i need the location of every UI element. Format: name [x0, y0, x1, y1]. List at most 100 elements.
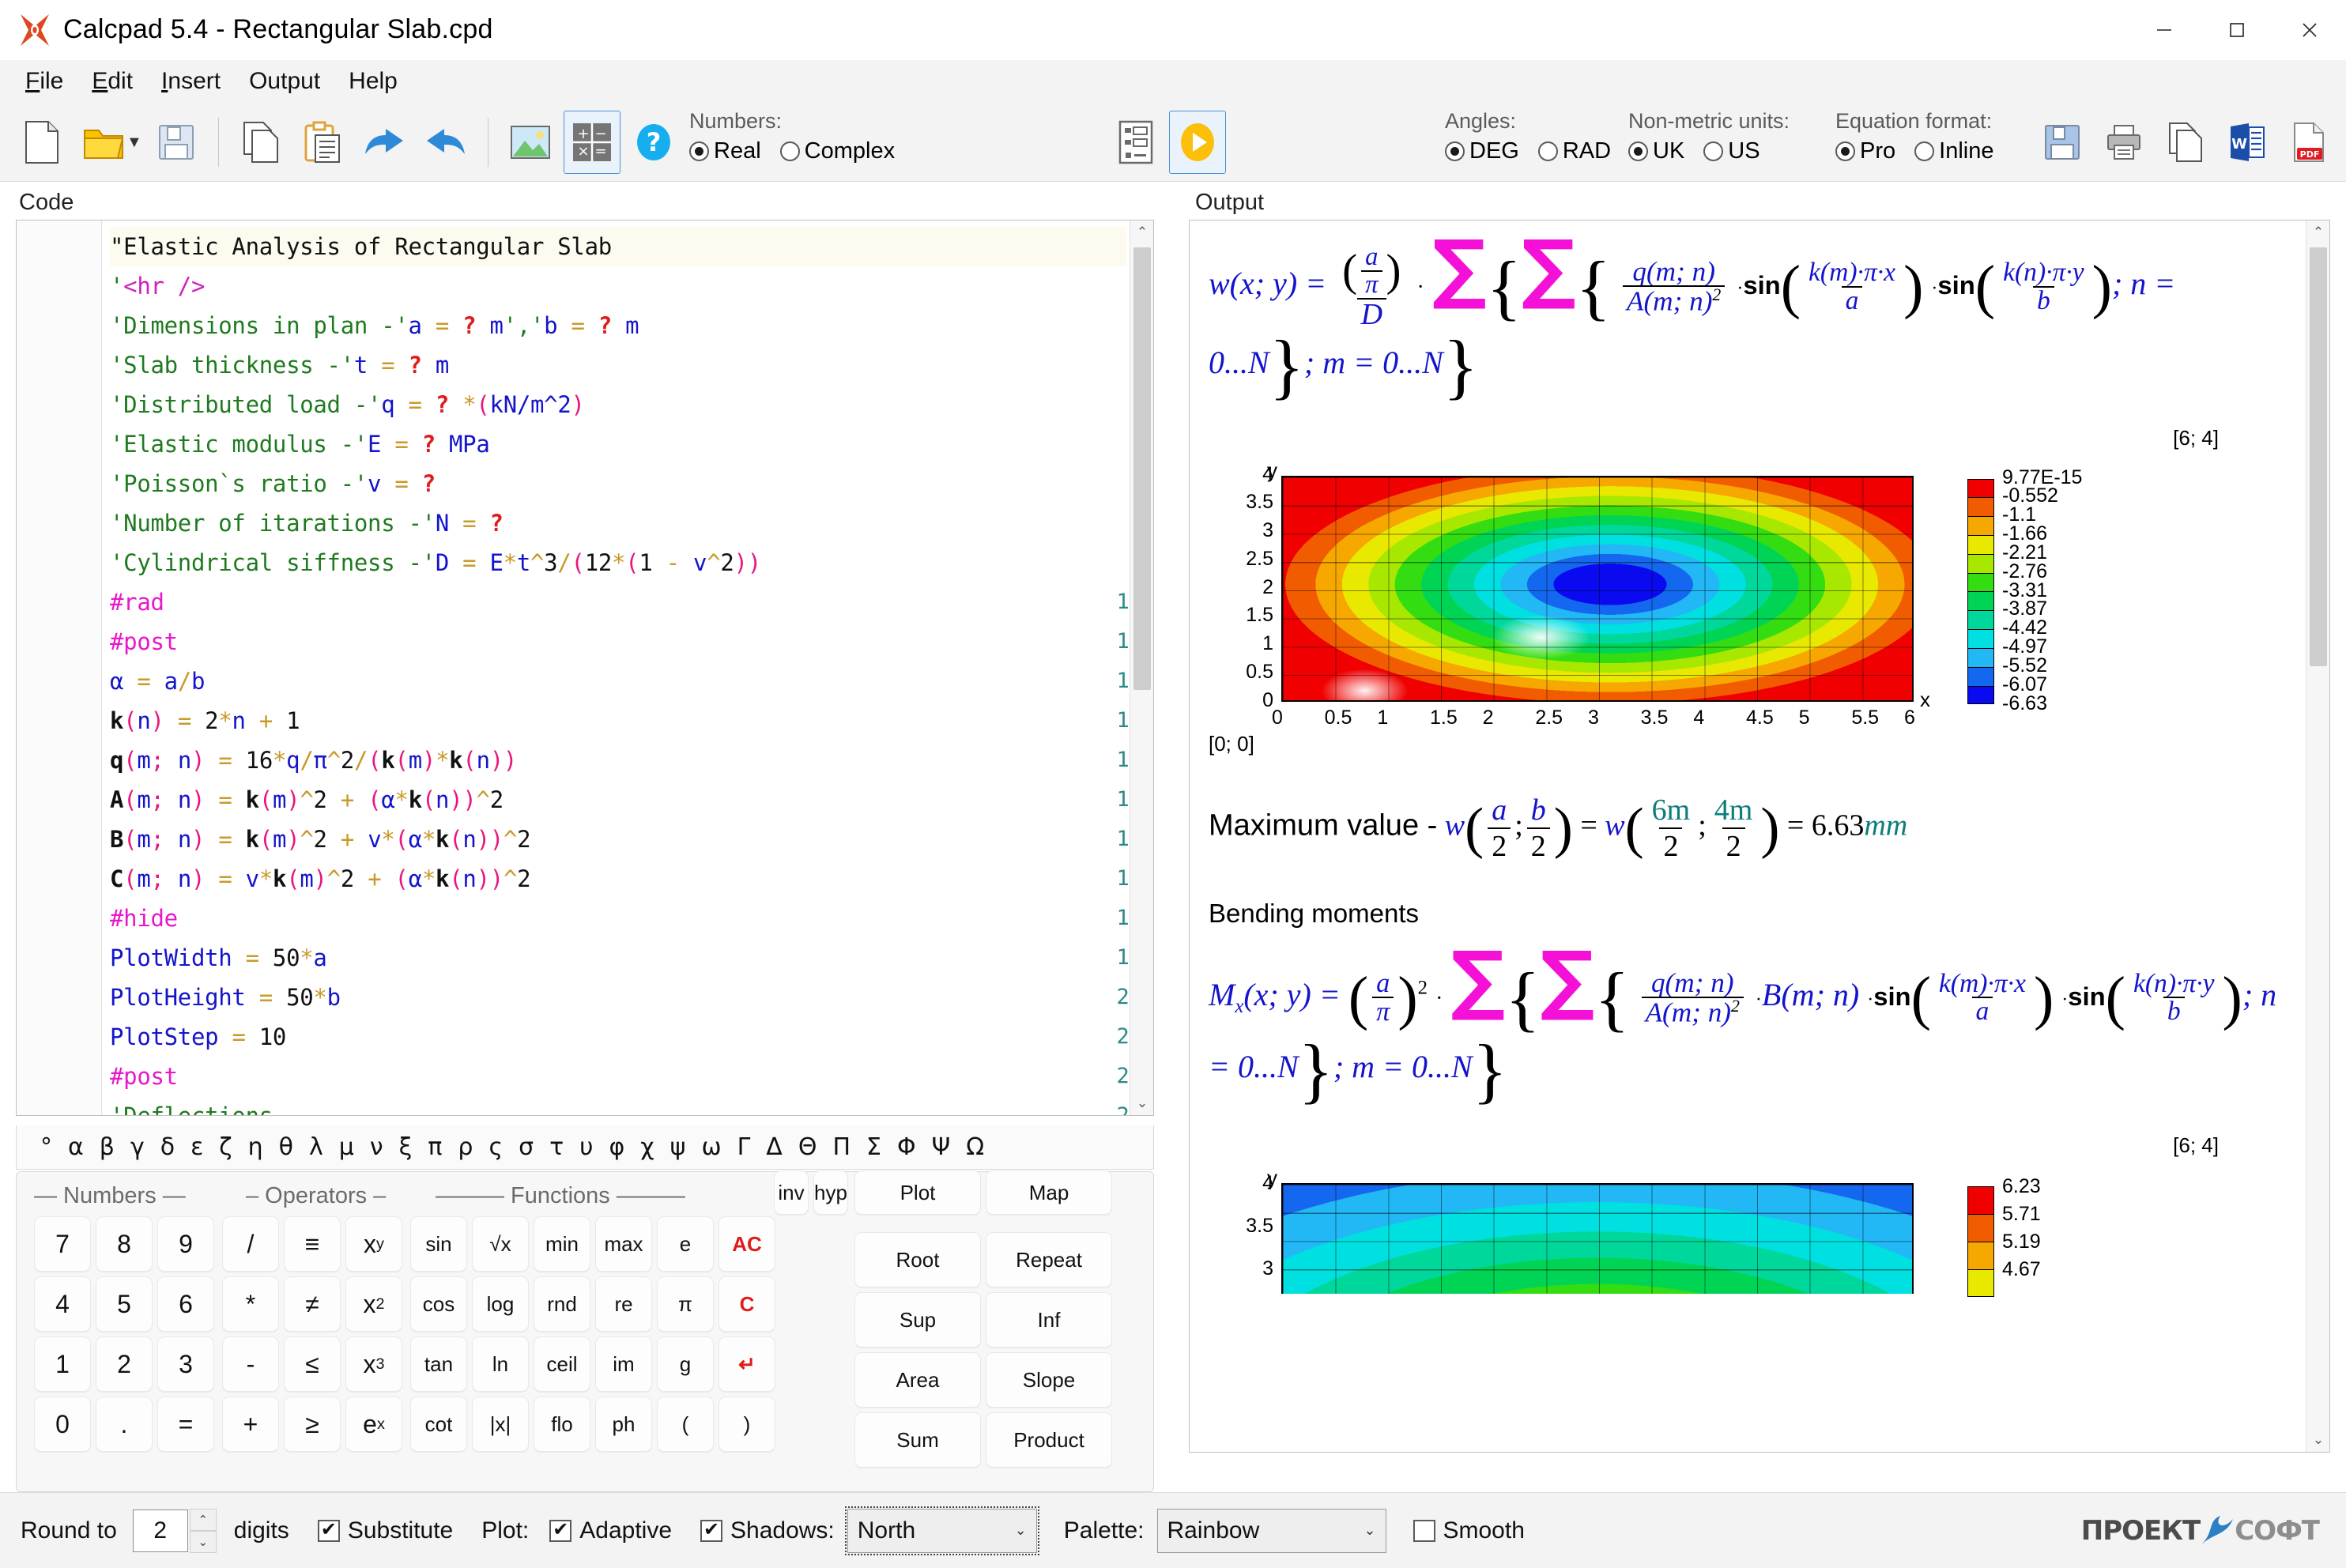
key-fn-1-2[interactable]: rnd [534, 1276, 590, 1332]
code-line[interactable]: PlotStep = 10 [110, 1017, 1126, 1057]
key-fn-2-3[interactable]: im [595, 1336, 652, 1392]
code-line[interactable]: 'Poisson`s ratio -'v = ? [110, 464, 1126, 503]
greek-key[interactable]: μ [339, 1133, 354, 1161]
key-fn-2-0[interactable]: tan [410, 1336, 467, 1392]
minimize-button[interactable] [2128, 0, 2201, 60]
output-scroll-down-icon[interactable]: ⌄ [2306, 1428, 2329, 1452]
greek-key[interactable]: Π [832, 1133, 851, 1161]
key-fn-0-4[interactable]: e [657, 1216, 714, 1272]
radio-deg[interactable] [1445, 141, 1465, 161]
greek-key[interactable]: ψ [670, 1133, 686, 1161]
export-pdf-button[interactable]: PDF [2280, 111, 2337, 174]
round-digits-stepper[interactable]: ⌃ ⌄ [189, 1508, 217, 1553]
key-op-2-0[interactable]: - [222, 1336, 279, 1392]
key-op-0-2[interactable]: xy [345, 1216, 402, 1272]
code-line[interactable]: #rad [110, 582, 1126, 622]
code-line[interactable]: 'Dimensions in plan -'a = ? m','b = ? m [110, 306, 1126, 345]
code-editor[interactable]: 1234567891011121314151617181920212223 "E… [16, 220, 1154, 1116]
greek-key[interactable]: Γ [737, 1133, 751, 1161]
output-panel[interactable]: w(x; y) = (a π) D · ∑{∑{ q(m; n) A(m; n)2… [1189, 220, 2330, 1453]
greek-key[interactable]: β [100, 1133, 115, 1161]
code-line[interactable]: 'Distributed load -'q = ? *(kN/m^2) [110, 385, 1126, 424]
code-scroll-up-icon[interactable]: ⌃ [1130, 220, 1153, 244]
round-digits-input[interactable]: 2 [132, 1509, 188, 1552]
greek-key[interactable]: δ [160, 1133, 175, 1161]
open-folder-button[interactable] [75, 111, 132, 174]
substitute-checkbox[interactable] [317, 1519, 340, 1542]
greek-key[interactable]: Δ [766, 1133, 783, 1161]
code-line[interactable]: α = a/b [110, 662, 1126, 701]
copy-output-button[interactable] [2157, 111, 2214, 174]
greek-key[interactable]: Ω [966, 1133, 984, 1161]
key-op-3-2[interactable]: ex [345, 1396, 402, 1452]
key-fn-1-4[interactable]: π [657, 1276, 714, 1332]
menu-edit[interactable]: Edit [77, 63, 147, 100]
key-cmd-repeat[interactable]: Repeat [986, 1232, 1112, 1287]
key-fn-1-0[interactable]: cos [410, 1276, 467, 1332]
code-scroll-down-icon[interactable]: ⌄ [1130, 1091, 1153, 1115]
greek-key[interactable]: π [428, 1133, 442, 1161]
key-cmd-map[interactable]: Map [986, 1170, 1112, 1215]
key-num-4[interactable]: 4 [34, 1276, 91, 1332]
key-num-.[interactable]: . [96, 1396, 153, 1452]
greek-key[interactable]: σ [519, 1133, 534, 1161]
code-line[interactable]: 'Elastic modulus -'E = ? MPa [110, 424, 1126, 464]
code-line[interactable]: PlotHeight = 50*b [110, 978, 1126, 1017]
shadows-checkbox[interactable] [700, 1519, 723, 1542]
key-op-2-2[interactable]: x3 [345, 1336, 402, 1392]
greek-key[interactable]: ξ [399, 1133, 413, 1161]
key-fn-3-0[interactable]: cot [410, 1396, 467, 1452]
key-num-9[interactable]: 9 [157, 1216, 214, 1272]
greek-key[interactable]: Θ [798, 1133, 817, 1161]
code-line[interactable]: A(m; n) = k(m)^2 + (α*k(n))^2 [110, 780, 1126, 820]
greek-key[interactable]: τ [549, 1133, 564, 1161]
key-fn-1-3[interactable]: re [595, 1276, 652, 1332]
output-scroll-up-icon[interactable]: ⌃ [2306, 220, 2329, 244]
insert-image-button[interactable] [502, 111, 559, 174]
copy-button[interactable] [232, 111, 289, 174]
key-op-1-0[interactable]: * [222, 1276, 279, 1332]
stepper-down-icon[interactable]: ⌄ [189, 1530, 217, 1553]
key-num-7[interactable]: 7 [34, 1216, 91, 1272]
key-fn-0-2[interactable]: min [534, 1216, 590, 1272]
key-fn-1-5[interactable]: C [719, 1276, 775, 1332]
close-button[interactable] [2273, 0, 2346, 60]
greek-key[interactable]: ° [40, 1133, 52, 1161]
export-word-button[interactable]: W [2219, 111, 2276, 174]
key-fn-1-1[interactable]: log [472, 1276, 529, 1332]
greek-key[interactable]: Φ [897, 1133, 916, 1161]
help-button[interactable]: ? [625, 111, 682, 174]
code-scrollbar[interactable]: ⌃ ⌄ [1130, 220, 1153, 1115]
open-dropdown-caret-icon[interactable]: ▼ [126, 134, 142, 152]
key-op-0-0[interactable]: / [222, 1216, 279, 1272]
radio-pro[interactable] [1835, 141, 1855, 161]
code-line[interactable]: C(m; n) = v*k(m)^2 + (α*k(n))^2 [110, 859, 1126, 899]
key-fn-0-3[interactable]: max [595, 1216, 652, 1272]
key-fn-0-1[interactable]: √x [472, 1216, 529, 1272]
key-fn-2-1[interactable]: ln [472, 1336, 529, 1392]
greek-key[interactable]: α [68, 1133, 84, 1161]
key-fn-3-5[interactable]: ) [719, 1396, 775, 1452]
greek-key[interactable]: ω [701, 1133, 721, 1161]
key-op-2-1[interactable]: ≤ [284, 1336, 341, 1392]
code-line[interactable]: B(m; n) = k(m)^2 + v*(α*k(n))^2 [110, 820, 1126, 859]
palette-select[interactable]: Rainbow ⌄ [1156, 1508, 1386, 1553]
code-line[interactable]: '<hr /> [110, 266, 1126, 306]
greek-key[interactable]: χ [640, 1133, 654, 1161]
key-fn-3-4[interactable]: ( [657, 1396, 714, 1452]
maximize-button[interactable] [2201, 0, 2273, 60]
key-fn-2-4[interactable]: g [657, 1336, 714, 1392]
key-num-8[interactable]: 8 [96, 1216, 153, 1272]
calculate-run-button[interactable] [1169, 111, 1226, 174]
key-op-1-2[interactable]: x2 [345, 1276, 402, 1332]
key-num-=[interactable]: = [157, 1396, 214, 1452]
greek-key[interactable]: υ [579, 1133, 593, 1161]
print-button[interactable] [2095, 111, 2152, 174]
new-file-button[interactable] [13, 111, 70, 174]
greek-key[interactable]: ς [488, 1133, 503, 1161]
radio-real[interactable] [689, 141, 709, 161]
calculator-button[interactable]: + − × = [563, 111, 620, 174]
radio-inline[interactable] [1914, 141, 1935, 161]
code-line[interactable]: k(n) = 2*n + 1 [110, 701, 1126, 741]
greek-key[interactable]: ζ [219, 1133, 232, 1161]
